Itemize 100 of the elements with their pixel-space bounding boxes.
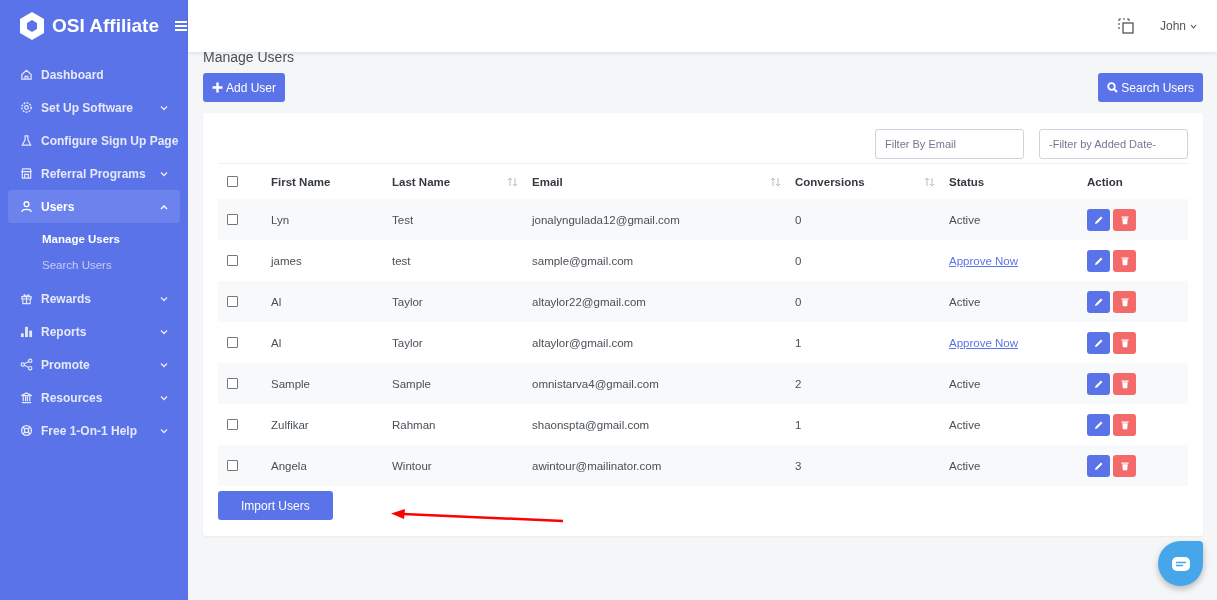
edit-button[interactable] bbox=[1087, 208, 1110, 231]
approve-link[interactable]: Approve Now bbox=[949, 254, 1019, 267]
chat-button[interactable] bbox=[1158, 541, 1203, 586]
checkbox[interactable] bbox=[227, 337, 238, 348]
status-text: Active bbox=[949, 459, 981, 472]
flask-icon bbox=[20, 134, 33, 147]
checkbox[interactable] bbox=[227, 176, 238, 187]
chevron-down-icon bbox=[160, 427, 168, 434]
sidebar-item[interactable]: Reports bbox=[8, 315, 180, 348]
delete-button[interactable] bbox=[1113, 290, 1136, 313]
trash-icon bbox=[1119, 296, 1130, 307]
menu-icon[interactable] bbox=[175, 20, 187, 32]
edit-button[interactable] bbox=[1087, 372, 1110, 395]
table-cell: Taylor bbox=[392, 336, 423, 349]
sidebar-item[interactable]: Referral Programs bbox=[8, 157, 180, 190]
table-cell: shaonspta@gmail.com bbox=[532, 418, 650, 431]
table-cell: Lyn bbox=[271, 213, 290, 226]
sidebar-item[interactable]: Set Up Software bbox=[8, 91, 180, 124]
delete-button[interactable] bbox=[1113, 331, 1136, 354]
checkbox[interactable] bbox=[227, 296, 238, 307]
chevron-down-icon bbox=[160, 170, 168, 177]
trash-icon bbox=[1119, 337, 1130, 348]
table-cell: Sample bbox=[271, 377, 310, 390]
brand-name: OSI Affiliate bbox=[52, 15, 159, 37]
sidebar-item[interactable]: Rewards bbox=[8, 282, 180, 315]
pencil-icon bbox=[1093, 296, 1104, 307]
checkbox[interactable] bbox=[227, 214, 238, 225]
edit-button[interactable] bbox=[1087, 290, 1110, 313]
table-cell: Al bbox=[271, 336, 282, 349]
column-header: Action bbox=[1087, 175, 1123, 188]
trash-icon bbox=[1119, 460, 1130, 471]
sidebar-subitem[interactable]: Manage Users bbox=[42, 226, 180, 252]
column-header: Email bbox=[532, 175, 563, 188]
table-cell: Angela bbox=[271, 459, 307, 472]
trash-icon bbox=[1119, 255, 1130, 266]
table-cell: Wintour bbox=[392, 459, 432, 472]
fullscreen-icon[interactable] bbox=[1117, 18, 1134, 34]
checkbox[interactable] bbox=[227, 460, 238, 471]
chevron-down-icon bbox=[160, 295, 168, 302]
chevron-down-icon bbox=[160, 328, 168, 335]
sidebar-item[interactable]: Free 1-On-1 Help bbox=[8, 414, 180, 447]
import-users-button[interactable]: Import Users bbox=[218, 491, 333, 520]
table-cell: james bbox=[271, 254, 302, 267]
table-cell: 0 bbox=[795, 254, 802, 267]
bar-chart-icon bbox=[20, 325, 33, 338]
sidebar-item[interactable]: Users bbox=[8, 190, 180, 223]
user-icon bbox=[20, 200, 33, 213]
table-cell: Test bbox=[392, 213, 414, 226]
sidebar-item[interactable]: Dashboard bbox=[8, 58, 180, 91]
checkbox[interactable] bbox=[227, 255, 238, 266]
table-cell: 1 bbox=[795, 336, 802, 349]
table-cell: Taylor bbox=[392, 295, 423, 308]
table-cell: 0 bbox=[795, 213, 802, 226]
sidebar-item[interactable]: Resources bbox=[8, 381, 180, 414]
table-cell: 0 bbox=[795, 295, 802, 308]
trash-icon bbox=[1119, 378, 1130, 389]
table-cell: altaylor@gmail.com bbox=[532, 336, 634, 349]
chevron-up-icon bbox=[160, 203, 168, 210]
gift-icon bbox=[20, 292, 33, 305]
column-header: Last Name bbox=[392, 175, 451, 188]
edit-button[interactable] bbox=[1087, 331, 1110, 354]
pencil-icon bbox=[1093, 419, 1104, 430]
column-header: Conversions bbox=[795, 175, 865, 188]
table-cell: 1 bbox=[795, 418, 802, 431]
approve-link[interactable]: Approve Now bbox=[949, 336, 1019, 349]
table-cell: Rahman bbox=[392, 418, 436, 431]
checkbox[interactable] bbox=[227, 419, 238, 430]
edit-button[interactable] bbox=[1087, 454, 1110, 477]
gear-icon bbox=[20, 101, 33, 114]
trash-icon bbox=[1119, 214, 1130, 225]
pencil-icon bbox=[1093, 460, 1104, 471]
edit-button[interactable] bbox=[1087, 249, 1110, 272]
filter-field[interactable]: Filter By Email bbox=[875, 129, 1024, 159]
sidebar-subitem[interactable]: Search Users bbox=[42, 252, 180, 278]
sidebar-item[interactable]: Promote bbox=[8, 348, 180, 381]
delete-button[interactable] bbox=[1113, 454, 1136, 477]
checkbox[interactable] bbox=[227, 378, 238, 389]
pencil-icon bbox=[1093, 214, 1104, 225]
delete-button[interactable] bbox=[1113, 208, 1136, 231]
table-cell: Al bbox=[271, 295, 282, 308]
column-header: First Name bbox=[271, 175, 331, 188]
store-icon bbox=[20, 167, 33, 180]
add-user-button[interactable]: Add User bbox=[203, 73, 286, 102]
home-icon bbox=[20, 68, 33, 81]
delete-button[interactable] bbox=[1113, 413, 1136, 436]
table-cell: awintour@mailinator.com bbox=[532, 459, 662, 472]
edit-button[interactable] bbox=[1087, 413, 1110, 436]
sidebar-item[interactable]: Configure Sign Up Page bbox=[8, 124, 180, 157]
page-title: Manage Users bbox=[203, 49, 296, 65]
status-text: Active bbox=[949, 377, 981, 390]
delete-button[interactable] bbox=[1113, 372, 1136, 395]
plus-icon bbox=[212, 82, 223, 93]
status-text: Active bbox=[949, 418, 981, 431]
pencil-icon bbox=[1093, 255, 1104, 266]
search-users-button[interactable]: Search Users bbox=[1098, 73, 1203, 102]
delete-button[interactable] bbox=[1113, 249, 1136, 272]
user-menu[interactable]: John bbox=[1153, 18, 1203, 34]
filter-field[interactable]: -Filter by Added Date- bbox=[1039, 129, 1188, 159]
chevron-down-icon bbox=[160, 361, 168, 368]
table-cell: Zulfikar bbox=[271, 418, 309, 431]
